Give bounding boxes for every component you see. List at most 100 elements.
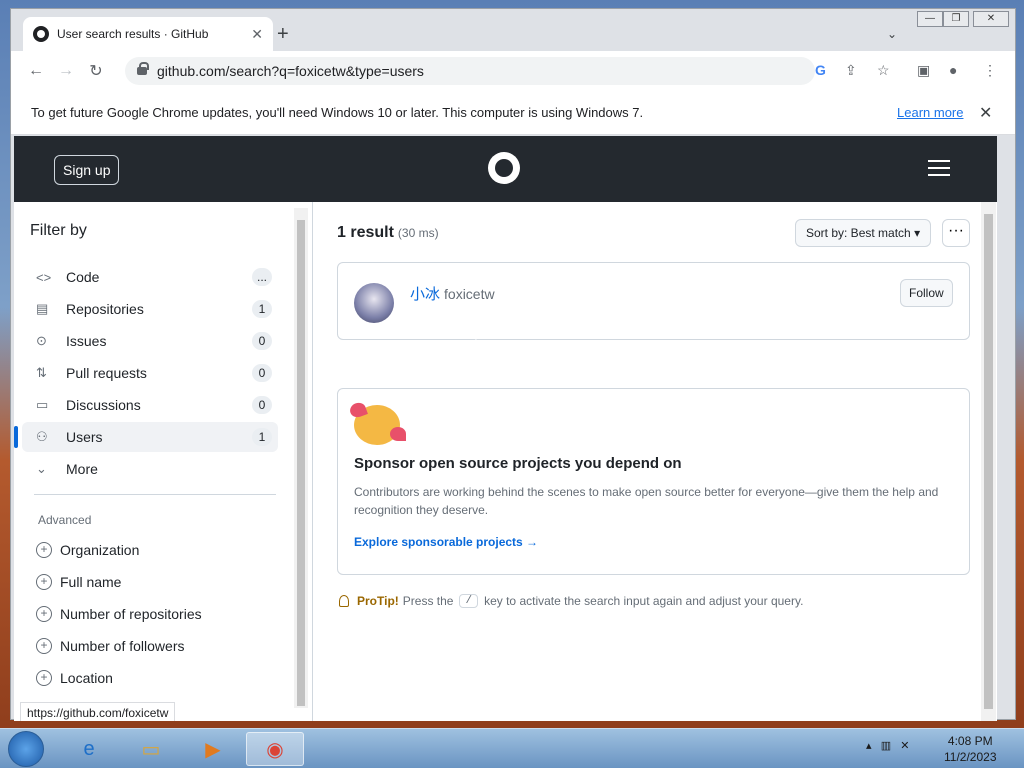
- minimize-button[interactable]: —: [917, 11, 943, 27]
- filter-item-users[interactable]: ⚇ Users 1: [14, 422, 278, 452]
- back-arrow-icon[interactable]: ←: [21, 62, 51, 80]
- protip-text-before: Press the: [402, 594, 454, 608]
- result-time: (30 ms): [397, 226, 439, 240]
- tab-strip: User search results · GitHub ✕ + ⌄ — ❐ ✕: [11, 9, 1015, 51]
- filter-label: More: [66, 461, 98, 477]
- caret-down-icon: ▾: [914, 226, 921, 240]
- update-infobar: To get future Google Chrome updates, you…: [11, 91, 1015, 135]
- filter-item-pull-requests[interactable]: ⇅ Pull requests 0: [22, 358, 278, 388]
- system-tray[interactable]: ▴ ▥ ✕: [866, 739, 909, 752]
- status-bar-url: https://github.com/foxicetw: [20, 702, 176, 721]
- advanced-label: Number of followers: [60, 638, 185, 654]
- protip-text-after: key to activate the search input again a…: [484, 594, 804, 608]
- sponsor-description: Contributors are working behind the scen…: [354, 485, 939, 517]
- side-panel-icon[interactable]: ▣: [917, 62, 930, 79]
- tab-title: User search results · GitHub: [57, 27, 209, 41]
- chrome-taskbar-icon[interactable]: ◉: [246, 732, 304, 766]
- filter-count: ...: [252, 268, 272, 286]
- sidebar-divider: [34, 494, 276, 495]
- advanced-heading: Advanced: [38, 513, 92, 527]
- learn-more-link[interactable]: Learn more: [897, 105, 963, 120]
- more-options-button[interactable]: ···: [942, 219, 970, 247]
- filter-count: 0: [252, 364, 272, 382]
- filter-item-repositories[interactable]: ▤ Repositories 1: [22, 294, 278, 324]
- sponsor-title: Sponsor open source projects you depend …: [354, 455, 682, 472]
- filter-item-discussions[interactable]: ▭ Discussions 0: [22, 390, 278, 420]
- new-tab-button[interactable]: +: [277, 23, 289, 46]
- advanced-label: Location: [60, 670, 113, 686]
- tab-github-search[interactable]: User search results · GitHub ✕: [23, 17, 273, 51]
- bookmark-star-icon[interactable]: ☆: [877, 62, 890, 79]
- lock-icon: [137, 62, 149, 75]
- sort-label: Sort by: Best match: [806, 226, 911, 240]
- windows-taskbar: e ▭ ▶ ◉ ▴ ▥ ✕ 4:08 PM 11/2/2023: [0, 728, 1024, 768]
- user-login[interactable]: foxicetw: [444, 286, 495, 302]
- filter-item-issues[interactable]: ⊙ Issues 0: [22, 326, 278, 356]
- sidebar-scroll-thumb[interactable]: [297, 220, 305, 706]
- internet-explorer-icon[interactable]: e: [60, 732, 118, 766]
- filter-item-code[interactable]: <> Code ...: [22, 262, 278, 292]
- github-logo-icon[interactable]: [488, 152, 520, 184]
- result-count: 1 result (30 ms): [337, 224, 439, 242]
- share-icon[interactable]: ⇪: [845, 62, 857, 79]
- filter-by-heading: Filter by: [30, 222, 87, 239]
- protip: ProTip! Press the / key to activate the …: [339, 594, 803, 608]
- address-bar[interactable]: github.com/search?q=foxicetw&type=users: [125, 57, 815, 85]
- advanced-item-repositories[interactable]: + Number of repositories: [36, 602, 202, 626]
- taskbar-clock[interactable]: 4:08 PM 11/2/2023: [944, 733, 997, 765]
- sidebar-scrollbar[interactable]: [294, 208, 308, 708]
- plus-circle-icon: +: [36, 574, 52, 590]
- github-favicon-icon: [33, 26, 49, 42]
- discussion-icon: ▭: [36, 397, 49, 412]
- start-button[interactable]: [8, 731, 44, 767]
- signup-button[interactable]: Sign up: [54, 155, 120, 185]
- tab-close-icon[interactable]: ✕: [251, 26, 263, 43]
- filter-item-more[interactable]: ⌄ More: [22, 454, 278, 484]
- tab-search-chevron-icon[interactable]: ⌄: [887, 27, 897, 41]
- advanced-item-organization[interactable]: + Organization: [36, 538, 139, 562]
- people-icon: ⚇: [36, 429, 48, 444]
- main-scroll-thumb[interactable]: [984, 214, 993, 709]
- infobar-message: To get future Google Chrome updates, you…: [31, 105, 644, 120]
- media-player-icon[interactable]: ▶: [184, 732, 242, 766]
- maximize-button[interactable]: ❐: [943, 11, 969, 27]
- main-scrollbar[interactable]: [981, 202, 996, 721]
- user-result-card: 小冰 foxicetw Follow: [337, 262, 970, 340]
- filter-label: Discussions: [66, 397, 141, 413]
- slash-key: /: [459, 594, 479, 608]
- filter-label: Pull requests: [66, 365, 147, 381]
- github-page: Sign up Filter by <> Code ... ▤ Reposito…: [14, 136, 997, 721]
- filter-label: Repositories: [66, 301, 144, 317]
- sponsor-card: Sponsor open source projects you depend …: [337, 388, 970, 575]
- user-name-link[interactable]: 小冰 foxicetw: [410, 283, 495, 304]
- reload-icon[interactable]: ↻: [81, 61, 111, 81]
- profile-avatar-icon[interactable]: ●: [949, 62, 957, 78]
- sort-dropdown[interactable]: Sort by: Best match ▾: [795, 219, 932, 247]
- filter-label: Code: [66, 269, 100, 285]
- advanced-item-full-name[interactable]: + Full name: [36, 570, 121, 594]
- advanced-label: Number of repositories: [60, 606, 202, 622]
- advanced-item-followers[interactable]: + Number of followers: [36, 634, 185, 658]
- advanced-label: Organization: [60, 542, 140, 558]
- browser-toolbar: ← → ↻ github.com/search?q=foxicetw&type=…: [11, 51, 1015, 91]
- forward-arrow-icon[interactable]: →: [51, 62, 81, 80]
- chrome-menu-icon[interactable]: ⋮: [983, 62, 997, 79]
- filter-count: 0: [252, 396, 272, 414]
- follow-button[interactable]: Follow: [900, 279, 953, 307]
- results-pane: 1 result (30 ms) Sort by: Best match ▾ ··…: [312, 202, 997, 721]
- chrome-window: User search results · GitHub ✕ + ⌄ — ❐ ✕…: [10, 8, 1016, 721]
- user-display-name[interactable]: 小冰: [410, 286, 440, 303]
- infobar-close-icon[interactable]: ✕: [979, 103, 992, 123]
- file-explorer-icon[interactable]: ▭: [122, 732, 180, 766]
- user-avatar[interactable]: [354, 283, 394, 323]
- github-header: Sign up: [14, 136, 997, 202]
- google-lens-icon[interactable]: G: [815, 62, 826, 78]
- plus-circle-icon: +: [36, 542, 52, 558]
- filter-label: Users: [66, 429, 103, 445]
- url-text: github.com/search?q=foxicetw&type=users: [157, 63, 424, 79]
- explore-sponsorable-link[interactable]: Explore sponsorable projects →: [354, 535, 538, 549]
- window-close-button[interactable]: ✕: [973, 11, 1009, 27]
- advanced-item-location[interactable]: + Location: [36, 666, 113, 690]
- hamburger-menu-icon[interactable]: [928, 160, 950, 176]
- code-icon: <>: [36, 269, 52, 285]
